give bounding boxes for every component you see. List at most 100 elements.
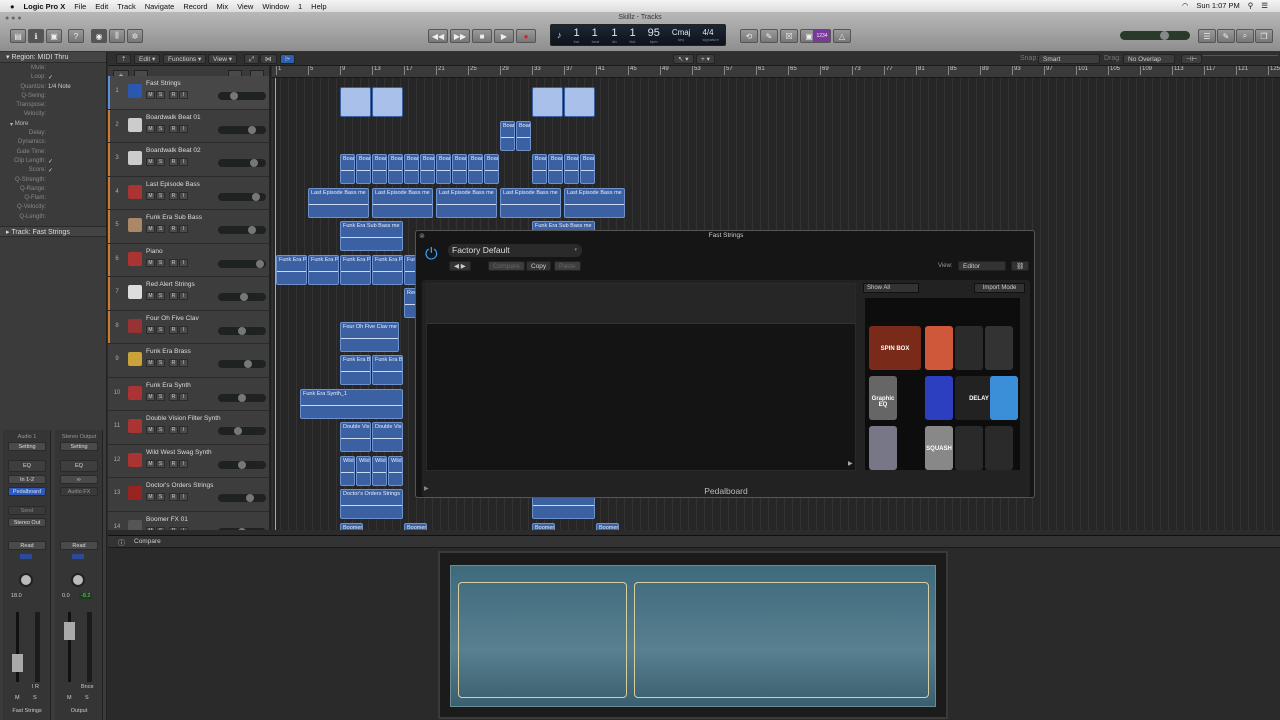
setting-button[interactable]: Setting: [8, 442, 46, 451]
eq-button[interactable]: EQ: [60, 460, 98, 472]
menu-view[interactable]: View: [237, 2, 253, 11]
input-monitor-button[interactable]: I: [179, 124, 188, 133]
fader-cap[interactable]: [64, 622, 75, 640]
eq-button[interactable]: EQ: [8, 460, 46, 472]
input-monitor-button[interactable]: I: [179, 426, 188, 434]
audio-region[interactable]: Wild: [356, 455, 371, 486]
catch-button[interactable]: ⤢: [244, 54, 260, 64]
volume-knob[interactable]: [230, 92, 238, 100]
prev-next-preset[interactable]: ◀ ▶: [449, 261, 471, 271]
waveform-zoom-button[interactable]: ⊣⊢: [1181, 54, 1203, 64]
audio-region[interactable]: Double Vis: [372, 422, 403, 452]
pedal-browser[interactable]: SPIN BOX Graphic EQ DELAY SQUASH: [865, 298, 1020, 470]
pedal-thumbnail[interactable]: Graphic EQ: [869, 376, 897, 420]
input-monitor-button[interactable]: I: [179, 191, 188, 200]
pedal-thumbnail[interactable]: [869, 426, 897, 470]
track-volume-slider[interactable]: [218, 192, 266, 201]
track-header[interactable]: 10 Funk Era Synth MSRI: [108, 377, 269, 411]
inspector-button[interactable]: ℹ: [28, 29, 44, 43]
inspector-param[interactable]: Score: ✓: [0, 167, 106, 176]
track-volume-slider[interactable]: [218, 360, 266, 368]
track-header[interactable]: ▸ Track: Fast Strings: [0, 226, 106, 238]
editors-button[interactable]: ✲: [127, 29, 143, 43]
midi-region[interactable]: [564, 87, 595, 117]
inspector-param[interactable]: Q-Velocity:: [0, 204, 106, 213]
link-icon[interactable]: ⛓: [1011, 261, 1030, 271]
record-enable-button[interactable]: R: [169, 258, 178, 267]
mute-button[interactable]: M: [146, 392, 155, 401]
playhead[interactable]: [275, 78, 276, 530]
audio-region[interactable]: Boar: [404, 154, 419, 184]
menu-clock[interactable]: Sun 1:07 PM: [1196, 1, 1239, 10]
track-header[interactable]: 5 Funk Era Sub Bass MSRI: [108, 210, 269, 244]
audio-region[interactable]: Boar: [564, 154, 579, 184]
instrument-icon[interactable]: [128, 452, 142, 467]
instrument-icon[interactable]: [128, 285, 142, 299]
volume-knob[interactable]: [248, 125, 256, 134]
menu-track[interactable]: Track: [117, 2, 135, 11]
menu-edit[interactable]: Edit: [95, 2, 108, 11]
record-enable-button[interactable]: R: [169, 191, 178, 200]
track-header[interactable]: 2 Boardwalk Beat 01 MSRI: [108, 109, 269, 143]
track-volume-slider[interactable]: [218, 293, 266, 301]
pedal-thumbnail[interactable]: SQUASH: [925, 426, 953, 470]
menu-help[interactable]: Help: [311, 2, 326, 11]
audio-region[interactable]: Doctor's Orders Strings: [340, 489, 403, 519]
group-icon[interactable]: [72, 554, 84, 559]
secondary-tool-menu[interactable]: + ▾: [696, 54, 715, 64]
instrument-icon[interactable]: [128, 184, 142, 199]
track-volume-slider[interactable]: [218, 159, 266, 167]
cycle-button[interactable]: ⟲: [740, 29, 758, 43]
input-monitor-button[interactable]: I: [179, 325, 188, 334]
track-volume-slider[interactable]: [218, 326, 266, 335]
midi-region[interactable]: [340, 87, 371, 117]
record-enable-button[interactable]: R: [169, 124, 178, 133]
track-header[interactable]: 11 Double Vision Filter Synth MSRI: [108, 411, 269, 445]
pedal-thumbnail[interactable]: [955, 326, 983, 370]
track-header[interactable]: 1 Fast Strings MSRI: [108, 76, 269, 110]
replace-button[interactable]: ☒: [780, 29, 798, 43]
browsers-button[interactable]: ❐: [1255, 29, 1273, 43]
solo-button[interactable]: S: [156, 426, 165, 434]
record-enable-button[interactable]: R: [169, 292, 178, 300]
mute-button[interactable]: M: [146, 426, 155, 434]
audio-region[interactable]: Boar: [420, 154, 435, 184]
solo-button[interactable]: S: [156, 124, 165, 133]
instrument-icon[interactable]: [128, 251, 142, 266]
mute-button[interactable]: M: [146, 459, 155, 468]
solo-button[interactable]: S: [156, 493, 165, 501]
mixer-button[interactable]: ⫼: [109, 29, 125, 43]
audio-region[interactable]: Funk Era Synth_1: [300, 388, 403, 419]
audio-region[interactable]: Funk Era P: [276, 254, 307, 285]
bounce-button[interactable]: Bnce: [81, 684, 94, 690]
audio-region[interactable]: Boar: [340, 154, 355, 184]
metronome-button[interactable]: △: [833, 29, 851, 43]
audio-region[interactable]: Funk Era P: [308, 254, 339, 285]
input-monitor-button[interactable]: I: [179, 158, 188, 166]
input-monitor-button[interactable]: I: [179, 91, 188, 99]
pedal-thumbnail[interactable]: [985, 426, 1013, 470]
rewind-button[interactable]: ◀◀: [428, 29, 448, 43]
show-all-select[interactable]: Show All: [863, 283, 919, 293]
track-name[interactable]: Last Episode Bass: [146, 181, 200, 188]
instrument-icon[interactable]: [128, 84, 142, 98]
lcd-signature[interactable]: 4/4: [702, 28, 713, 37]
audio-fx-slot[interactable]: Audio FX: [60, 487, 98, 496]
audio-region[interactable]: Wild: [372, 455, 387, 486]
track-header[interactable]: 9 Funk Era Brass MSRI: [108, 344, 269, 378]
pedal-stage[interactable]: [426, 283, 856, 471]
solo-button[interactable]: S: [156, 225, 165, 233]
audio-region[interactable]: Wild: [388, 455, 403, 486]
audio-region[interactable]: Funk Era B: [372, 355, 403, 385]
input-record-buttons[interactable]: I R: [32, 684, 39, 690]
pan-knob[interactable]: [19, 573, 33, 587]
pedal-thumbnail[interactable]: [925, 376, 953, 420]
midi-region[interactable]: [532, 87, 563, 117]
view-select[interactable]: Editor: [958, 261, 1006, 271]
track-name[interactable]: Doctor's Orders Strings: [146, 482, 213, 489]
input-monitor-button[interactable]: I: [179, 292, 188, 300]
audio-region[interactable]: Last Episode Bass me: [436, 187, 497, 218]
audio-region[interactable]: Wild: [340, 455, 355, 486]
menu-app[interactable]: Logic Pro X: [24, 2, 66, 11]
record-enable-button[interactable]: R: [169, 526, 178, 530]
